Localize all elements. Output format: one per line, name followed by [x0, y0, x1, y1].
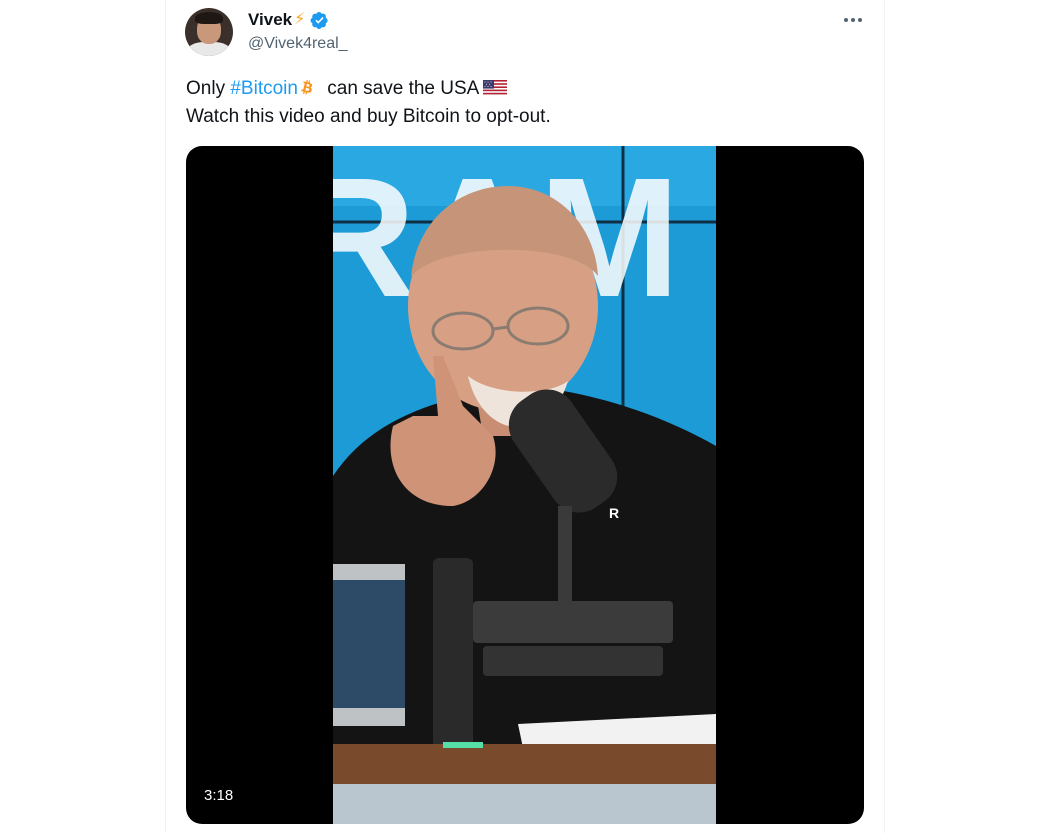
author-display-name[interactable]: Vivek — [248, 10, 292, 30]
more-horizontal-icon[interactable] — [839, 8, 867, 32]
video-player[interactable]: RAM R — [186, 146, 864, 824]
video-duration-badge: 3:18 — [204, 787, 234, 804]
us-flag-icon — [483, 80, 508, 96]
lightning-bolt-icon: ⚡ — [294, 11, 306, 28]
author-name-row: Vivek ⚡ — [248, 10, 329, 30]
video-thumbnail: RAM R — [333, 146, 716, 824]
bitcoin-icon — [301, 79, 313, 95]
verified-badge-icon[interactable] — [310, 11, 329, 30]
video-frame[interactable]: RAM R — [333, 146, 716, 824]
avatar[interactable] — [185, 8, 233, 56]
tweet-line-1: Only #Bitcoin can save the USA — [186, 75, 866, 103]
hashtag-link[interactable]: #Bitcoin — [230, 78, 298, 99]
tweet-line-2: Watch this video and buy Bitcoin to opt-… — [186, 106, 551, 127]
mic-logo: R — [609, 505, 619, 521]
tweet-text-part2: can save the USA — [321, 78, 480, 99]
tweet-text-part1: Only — [186, 78, 231, 99]
author-handle[interactable]: @Vivek4real_ — [248, 35, 348, 53]
tweet-text: Only #Bitcoin can save the USA Watch thi… — [186, 75, 866, 131]
